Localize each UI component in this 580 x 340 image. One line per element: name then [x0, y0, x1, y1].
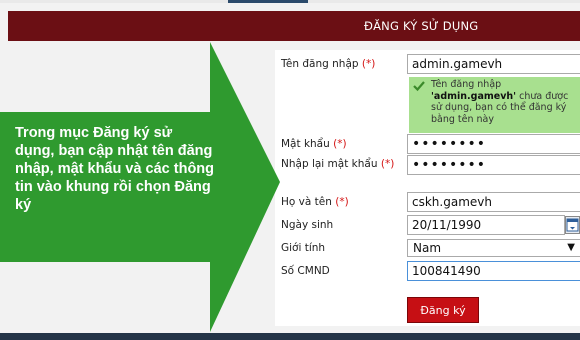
fullname-label: Họ và tên (*)	[281, 196, 349, 208]
calendar-icon	[566, 218, 579, 232]
fullname-input[interactable]: cskh.gamevh	[407, 192, 580, 212]
footer-bar	[0, 333, 580, 340]
section-title: ĐĂNG KÝ SỬ DỤNG	[364, 19, 479, 33]
password-label: Mật khẩu (*)	[281, 138, 347, 150]
dropdown-arrow-icon: ▼	[567, 242, 575, 253]
password-confirm-label: Nhập lại mật khẩu (*)	[281, 158, 395, 170]
check-icon	[413, 81, 425, 92]
callout-text: Trong mục Đăng ký sử dụng, bạn cập nhật …	[15, 125, 215, 213]
gender-selected: Nam	[413, 241, 442, 255]
username-label: Tên đăng nhập (*)	[281, 58, 376, 70]
birthday-input[interactable]: 20/11/1990	[407, 215, 565, 235]
calendar-button[interactable]	[565, 216, 580, 234]
password-confirm-input[interactable]: ••••••••	[407, 155, 580, 175]
top-strip-accent	[228, 0, 308, 3]
id-number-label: Số CMND	[281, 265, 330, 277]
id-number-input[interactable]: 100841490	[407, 261, 580, 281]
birthday-label: Ngày sinh	[281, 219, 334, 231]
password-input[interactable]: ••••••••	[407, 134, 580, 154]
gender-label: Giới tính	[281, 242, 326, 254]
availability-message: Tên đăng nhập 'admin.gamevh' chưa được s…	[409, 77, 580, 133]
gender-select[interactable]: Nam ▼	[407, 239, 580, 257]
username-input[interactable]: admin.gamevh	[407, 54, 580, 74]
section-header: ĐĂNG KÝ SỬ DỤNG	[8, 11, 580, 41]
top-strip	[0, 0, 580, 3]
register-button[interactable]: Đăng ký	[407, 297, 479, 323]
availability-text: Tên đăng nhập 'admin.gamevh' chưa được s…	[431, 79, 569, 125]
